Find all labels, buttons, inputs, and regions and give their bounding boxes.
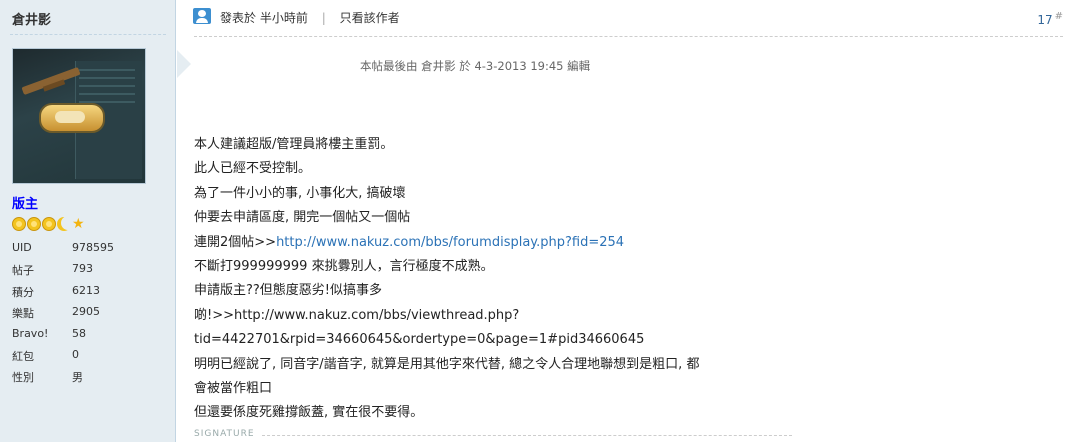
floor-value[interactable]: 17 [1037,13,1052,27]
stat-value: 0 [72,347,79,361]
stat-row: 帖子 793 [12,262,114,283]
only-author-link[interactable]: 只看該作者 [340,11,400,25]
stat-row: 積分 6213 [12,284,114,305]
star-medal-icon: ★ [72,216,85,232]
floor-number[interactable]: 17 # [1037,11,1063,27]
content-line: 連開2個帖>>http://www.nakuz.com/bbs/forumdis… [194,231,794,255]
post-meta: 發表於 半小時前 | 只看該作者 [220,9,400,26]
avatar-rifle [21,66,81,96]
post-content: 本人建議超版/管理員將樓主重罰。 此人已經不受控制。 為了一件小小的事, 小事化… [194,133,794,426]
content-line: 啲!>>http://www.nakuz.com/bbs/viewthread.… [194,307,520,323]
stat-label: 樂點 [12,307,34,321]
signature-label: SIGNATURE [194,429,255,439]
sun-medal-icon [42,217,56,231]
stat-value: 58 [72,326,86,340]
user-stats: UID 978595 帖子 793 積分 6213 樂點 2905 Bravo! 58 紅… [12,241,114,391]
moon-medal-icon [57,217,71,231]
stat-value: 男 [72,371,83,385]
stat-row: 紅包 0 [12,348,114,369]
stat-label: Bravo! [12,326,49,340]
content-line: 明明已經說了, 同音字/諧音字, 就算是用其他字來代替, 總之令人合理地聯想到是… [194,356,700,372]
stat-label: UID [12,241,32,254]
sun-medal-icon [12,217,26,231]
stat-label: 積分 [12,285,34,299]
posted-label: 發表於 [220,11,257,25]
floor-mark: # [1054,11,1063,22]
content-line: 但還要係度死雞撐飯蓋, 實在很不要得。 [194,405,424,421]
stat-row: UID 978595 [12,241,114,262]
content-line: 為了一件小小的事, 小事化大, 搞破壞 [194,185,406,201]
posted-time: 半小時前 [259,11,308,25]
content-line: 本人建議超版/管理員將樓主重罰。 [194,137,394,152]
stat-label: 帖子 [12,264,34,278]
avatar-badge [39,103,105,133]
edit-note: 本帖最後由 倉井影 於 4-3-2013 19:45 編輯 [360,59,591,73]
stat-row: Bravo! 58 [12,327,114,348]
author-name[interactable]: 倉井影 [12,9,51,28]
divider [194,36,1063,37]
user-rank[interactable]: 版主 [12,193,38,212]
content-line: 仲要去申請區度, 開完一個帖又一個帖 [194,210,411,226]
content-line: 申請版主??但態度惡劣!似搞事多 [194,283,383,299]
stat-row: 樂點 2905 [12,305,114,326]
forum-link[interactable]: http://www.nakuz.com/bbs/forumdisplay.ph… [276,235,624,250]
post-body: 發表於 半小時前 | 只看該作者 17 # 本帖最後由 倉井影 於 4-3-201… [177,0,1073,442]
sun-medal-icon [27,217,41,231]
stat-row: 性別 男 [12,369,114,390]
stat-value: 6213 [72,283,100,297]
medal-row: ★ [12,217,85,231]
divider [10,34,166,35]
stat-value: 978595 [72,241,114,254]
content-line: 會被當作粗口 [194,381,273,397]
stat-label: 紅包 [12,349,34,363]
content-text: 連開2個帖>> [194,234,277,250]
signature-divider [262,435,792,436]
meta-separator: | [321,11,326,25]
stat-label: 性別 [12,371,34,385]
content-line: tid=4422701&rpid=34660645&ordertype=0&pa… [194,332,645,348]
content-line: 此人已經不受控制。 [194,161,312,177]
speech-pointer [177,50,191,78]
avatar[interactable] [12,48,146,184]
author-sidebar: 倉井影 版主 ★ UID 978595 帖子 793 積分 6213 樂點 2905 B… [0,0,176,442]
stat-value: 2905 [72,305,100,319]
stat-value: 793 [72,262,93,276]
content-line: 不斷打999999999 來挑釁別人，言行極度不成熟。 [194,259,494,275]
online-user-icon [193,8,211,24]
